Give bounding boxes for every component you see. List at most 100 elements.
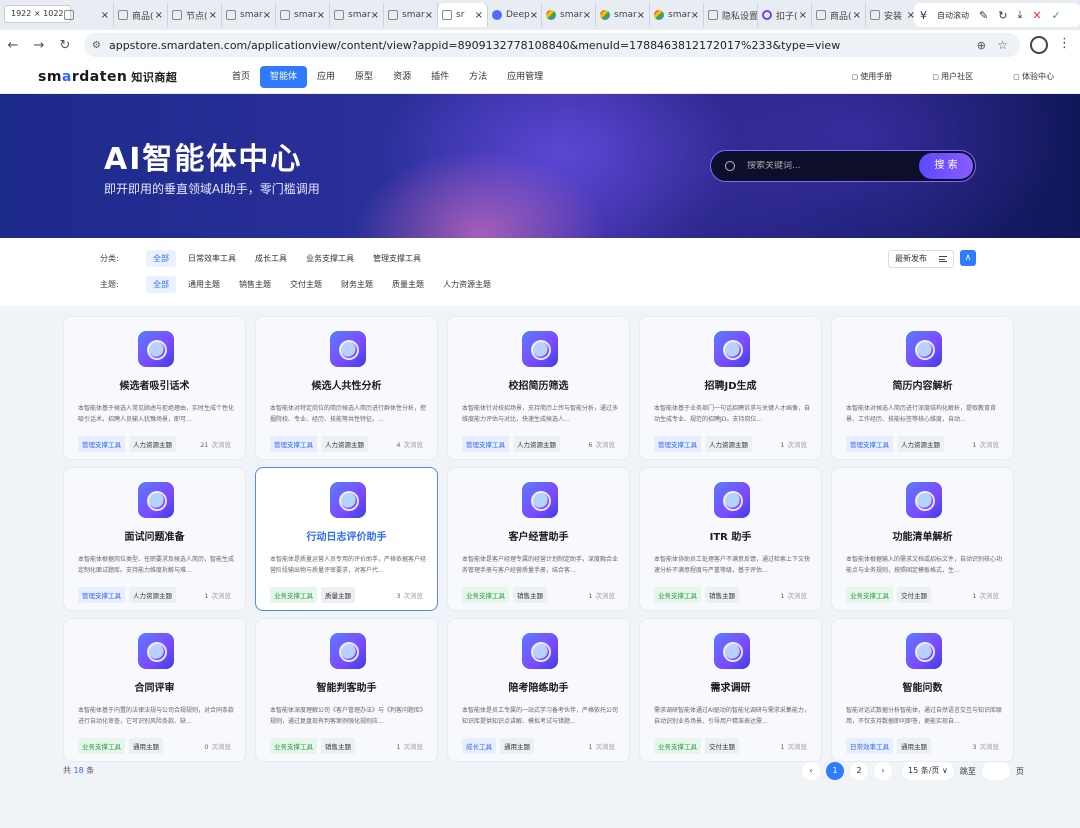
tab-close-icon[interactable]: × [799, 10, 807, 21]
agent-card[interactable]: 校招简历筛选 本智能体针对校招场景，支持简历上传与智能分析，通过多维度能力评估与对… [447, 316, 630, 460]
agent-card[interactable]: 面试问题准备 本智能体根据岗位类型、任职要求及候选人简历，智能生成定制化面试题库。… [63, 467, 246, 611]
theme-chip[interactable]: 销售主题 [232, 276, 278, 293]
nav-item[interactable]: 方法 [459, 66, 497, 88]
theme-chip[interactable]: 全部 [146, 276, 176, 293]
agent-card[interactable]: 合同评审 本智能体基于内置的法律法规与公司合规规则，对合同条款进行自动化审查，它可… [63, 618, 246, 762]
site-logo[interactable]: smardaten 知识商超 [38, 69, 177, 85]
page-size-select[interactable]: 15 条/页 ∨ [902, 762, 954, 780]
tab-close-icon[interactable]: × [583, 10, 591, 21]
sort-select[interactable]: 最新发布 [888, 250, 954, 268]
browser-tab[interactable]: smar × [276, 3, 330, 27]
forward-icon[interactable]: → [26, 38, 52, 53]
header-link[interactable]: ▢ 使用手册 [851, 71, 892, 82]
nav-item[interactable]: 智能体 [260, 66, 308, 88]
browser-tab[interactable]: smar × [384, 3, 438, 27]
tab-close-icon[interactable]: × [425, 10, 433, 21]
agent-card[interactable]: 候选者吸引话术 本智能体基于候选人常见顾虑与拒绝理由，实时生成个性化吸引话术。招聘… [63, 316, 246, 460]
check-icon[interactable]: ✓ [1052, 9, 1061, 22]
browser-tab[interactable]: smar × [330, 3, 384, 27]
nav-item[interactable]: 应用 [307, 66, 345, 88]
browser-tab[interactable]: smar × [222, 3, 276, 27]
agent-card[interactable]: 简历内容解析 本智能体对候选人简历进行深度结构化解析，提取教育背景、工作经历、技能… [831, 316, 1014, 460]
nav-item[interactable]: 首页 [222, 66, 260, 88]
tab-close-icon[interactable]: × [475, 10, 483, 21]
url-text[interactable]: appstore.smardaten.com/applicationview/c… [109, 39, 840, 52]
category-chip[interactable]: 管理支撑工具 [366, 250, 428, 267]
tab-close-icon[interactable]: × [691, 10, 699, 21]
category-chip[interactable]: 成长工具 [248, 250, 294, 267]
agent-tags: 管理支撑工具 人力资源主题 [654, 436, 752, 452]
browser-tab[interactable]: 节点(× [168, 3, 222, 27]
agent-card[interactable]: 需求调研 需求调研智能体通过AI驱动的智能化调研与需求采集能力，自动识别业务场景、… [639, 618, 822, 762]
category-chip[interactable]: 全部 [146, 250, 176, 267]
header-links: ▢ 使用手册 ▢ 用户社区 ▢ 体验中心 [851, 71, 1054, 82]
prev-page-button[interactable]: ‹ [802, 762, 820, 780]
view-count-number: 1 [780, 743, 785, 751]
theme-chip[interactable]: 交付主题 [283, 276, 329, 293]
page-button[interactable]: 1 [826, 762, 844, 780]
browser-tab[interactable]: 隐私设置× [704, 3, 758, 27]
theme-chip[interactable]: 通用主题 [181, 276, 227, 293]
share-icon[interactable]: ↻ [998, 9, 1007, 22]
search-button[interactable]: 搜 索 [919, 153, 973, 179]
browser-tab[interactable]: 商品(× [812, 3, 866, 27]
browser-tab[interactable]: smar × [542, 3, 596, 27]
theme-chip[interactable]: 质量主题 [385, 276, 431, 293]
agent-card[interactable]: 候选人共性分析 本智能体对特定岗位的简历候选人简历进行群体性分析，挖掘院校、专业、… [255, 316, 438, 460]
category-chip[interactable]: 日常效率工具 [181, 250, 243, 267]
tab-close-icon[interactable]: × [637, 10, 645, 21]
sort-direction-button[interactable]: ∧ [960, 250, 976, 266]
tab-close-icon[interactable]: × [209, 10, 217, 21]
page-button[interactable]: 2 [850, 762, 868, 780]
url-omnibox[interactable]: ⚙ appstore.smardaten.com/applicationview… [84, 33, 1020, 57]
back-icon[interactable]: ← [0, 38, 26, 53]
reload-icon[interactable]: ↻ [52, 38, 78, 53]
close-icon[interactable]: ✕ [1032, 9, 1041, 22]
theme-chip[interactable]: 人力资源主题 [436, 276, 498, 293]
header-link[interactable]: ▢ 用户社区 [932, 71, 973, 82]
browser-tab[interactable]: Deep × [488, 3, 542, 27]
tab-close-icon[interactable]: × [317, 10, 325, 21]
header-link[interactable]: ▢ 体验中心 [1013, 71, 1054, 82]
pen-icon[interactable]: ✎ [979, 9, 988, 22]
agent-card[interactable]: 功能清单解析 本智能体根据输入的需求文档或招标文件，自动识别核心功能点与业务规则，… [831, 467, 1014, 611]
category-chip[interactable]: 业务支撑工具 [299, 250, 361, 267]
browser-tab[interactable]: smar × [650, 3, 704, 27]
browser-tab[interactable]: 商品(× [114, 3, 168, 27]
browser-tab[interactable]: 扣子(× [758, 3, 812, 27]
tab-close-icon[interactable]: × [530, 10, 538, 21]
tab-close-icon[interactable]: × [101, 10, 109, 21]
agent-card[interactable]: 智能判客助手 本智能体深度理解公司《客户管理办法》与《判客问题库》规则，通过复盘现… [255, 618, 438, 762]
nav-item[interactable]: 资源 [383, 66, 421, 88]
browser-tab[interactable]: sr × [438, 3, 488, 27]
jump-page-input[interactable] [981, 762, 1010, 780]
agent-card[interactable]: 智能问数 智能对话式数据分析智能体，通过自然语言交互与知识库联用，不仅支持数据即问… [831, 618, 1014, 762]
browser-menu-icon[interactable]: ⋮ [1058, 36, 1071, 51]
theme-tag: 人力资源主题 [129, 587, 176, 603]
agent-card[interactable]: 陪考陪练助手 本智能体是员工专属的一站式学习备考伙伴，严格依托公司知识库提供知识点… [447, 618, 630, 762]
next-page-button[interactable]: › [874, 762, 892, 780]
search-input[interactable] [747, 161, 907, 171]
agent-card[interactable]: 行动日志评价助手 本智能体是质量运营人员专用的评价助手，严格依据客户经营阶段输出物… [255, 467, 438, 611]
agent-card[interactable]: 招聘JD生成 本智能体基于业务部门一句话招聘诉求与关键人才画像，自动生成专业、规范… [639, 316, 822, 460]
nav-item[interactable]: 原型 [345, 66, 383, 88]
site-info-icon[interactable]: ⚙ [92, 40, 101, 51]
browser-tab[interactable]: 安装 × [866, 3, 920, 27]
agent-card[interactable]: 客户经营助手 本智能体是客户经理专属的经营计划制定助手，深度融合业务管理手册与客户… [447, 467, 630, 611]
theme-chip[interactable]: 财务主题 [334, 276, 380, 293]
browser-tab[interactable]: smar × [596, 3, 650, 27]
bookmark-star-icon[interactable]: ☆ [997, 38, 1008, 52]
auto-scroll-label[interactable]: 自动滚动 [937, 10, 969, 21]
browser-tab[interactable]: × [60, 3, 114, 27]
tab-close-icon[interactable]: × [371, 10, 379, 21]
zoom-icon[interactable]: ⊕ [977, 39, 986, 52]
tab-close-icon[interactable]: × [155, 10, 163, 21]
agent-card[interactable]: ITR 助手 本智能体协助员工处理客户不满意反馈，通过检索上下文快速分析不满意程度… [639, 467, 822, 611]
profile-avatar-icon[interactable] [1030, 36, 1048, 54]
nav-item[interactable]: 应用管理 [497, 66, 553, 88]
tab-close-icon[interactable]: × [853, 10, 861, 21]
download-icon[interactable]: ⤓ [1017, 8, 1022, 22]
nav-item[interactable]: 插件 [421, 66, 459, 88]
auto-scroll-icon[interactable]: ¥ [920, 9, 927, 22]
tab-close-icon[interactable]: × [263, 10, 271, 21]
